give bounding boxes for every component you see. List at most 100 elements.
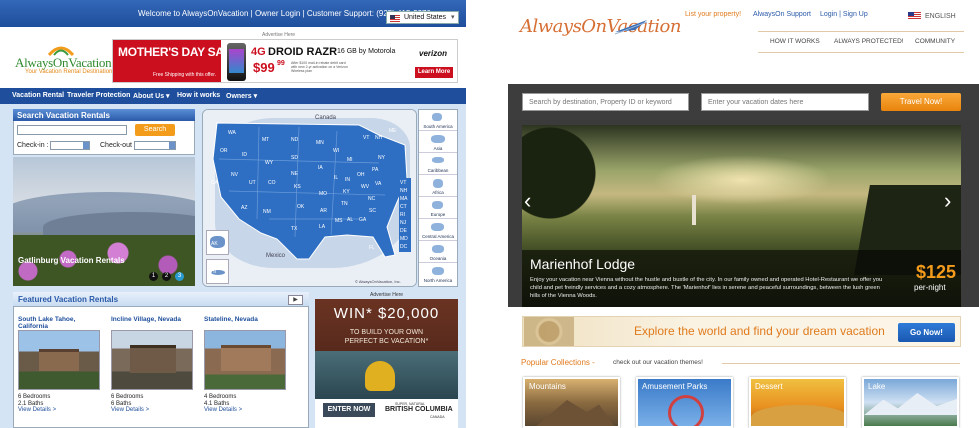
nav-item[interactable]: How it works xyxy=(177,92,220,99)
featured-item-name[interactable]: Stateline, Nevada xyxy=(204,316,274,323)
state-code[interactable]: SC xyxy=(369,208,376,214)
state-code[interactable]: PA xyxy=(372,167,378,173)
state-code[interactable]: OR xyxy=(220,148,228,154)
view-details-link[interactable]: View Details > xyxy=(18,407,56,413)
view-details-link[interactable]: View Details > xyxy=(111,407,149,413)
state-code[interactable]: LA xyxy=(319,224,325,230)
nav-link[interactable]: COMMUNITY xyxy=(915,38,955,45)
state-code[interactable]: MO xyxy=(319,191,327,197)
state-code[interactable]: MN xyxy=(316,140,324,146)
state-code[interactable]: AZ xyxy=(241,205,247,211)
featured-item-photo[interactable] xyxy=(18,330,100,390)
state-code[interactable]: MS xyxy=(335,218,343,224)
state-code[interactable]: NC xyxy=(368,196,375,202)
state-code[interactable]: IN xyxy=(345,177,350,183)
featured-item-photo[interactable] xyxy=(204,330,286,390)
calendar-icon[interactable] xyxy=(169,142,175,149)
enter-now-button[interactable]: ENTER NOW xyxy=(323,403,375,417)
checkout-field[interactable] xyxy=(134,141,176,150)
state-code[interactable]: MI xyxy=(347,157,353,163)
state-code[interactable]: WY xyxy=(265,160,273,166)
state-code[interactable]: NM xyxy=(263,209,271,215)
region-item[interactable]: Caribbean xyxy=(419,154,457,175)
travel-now-button[interactable]: Travel Now! xyxy=(881,93,961,111)
state-code[interactable]: NH xyxy=(400,188,407,194)
login-link[interactable]: Login | Sign Up xyxy=(820,11,868,18)
state-code[interactable]: NH xyxy=(375,135,382,141)
state-code[interactable]: MD xyxy=(400,236,408,242)
state-code[interactable]: SD xyxy=(291,155,298,161)
collection-card[interactable]: Lake xyxy=(862,377,959,428)
country-select[interactable]: United States ▾ xyxy=(386,11,459,24)
hawaii-map[interactable] xyxy=(206,259,229,284)
state-code[interactable]: VA xyxy=(375,181,381,187)
state-code[interactable]: DC xyxy=(400,244,407,250)
state-code[interactable]: ME xyxy=(389,128,397,134)
state-code[interactable]: TN xyxy=(341,201,348,207)
state-code[interactable]: CO xyxy=(268,180,276,186)
region-item[interactable]: Oceania xyxy=(419,242,457,263)
list-property-link[interactable]: List your property! xyxy=(685,11,741,18)
state-code[interactable]: WV xyxy=(361,184,369,190)
featured-item-photo[interactable] xyxy=(111,330,193,390)
search-input[interactable] xyxy=(17,125,127,135)
state-code[interactable]: RI xyxy=(400,212,405,218)
nav-item[interactable]: About Us ▾ xyxy=(133,92,170,100)
state-code[interactable]: FL xyxy=(369,245,375,251)
welcome-link[interactable]: Welcome to AlwaysOnVacation xyxy=(138,9,248,18)
go-now-button[interactable]: Go Now! xyxy=(898,323,955,342)
slide-dot[interactable]: 2 xyxy=(162,272,171,281)
state-code[interactable]: AK xyxy=(211,241,218,247)
view-details-link[interactable]: View Details > xyxy=(204,407,242,413)
nav-item[interactable]: Traveler Protection xyxy=(67,92,130,99)
nav-item[interactable]: Owners ▾ xyxy=(226,92,257,100)
support-link[interactable]: AlwaysOn Support xyxy=(753,11,811,18)
nav-link[interactable]: ALWAYS PROTECTED! xyxy=(834,38,904,45)
state-code[interactable]: IL xyxy=(334,175,338,181)
right-logo[interactable]: AlwaysOnVacation xyxy=(520,16,681,37)
language-selector[interactable]: ENGLISH xyxy=(925,13,956,20)
state-code[interactable]: TX xyxy=(291,226,297,232)
destination-input[interactable]: Search by destination, Property ID or ke… xyxy=(522,93,689,111)
state-code[interactable]: HI xyxy=(211,269,216,275)
play-button[interactable]: ▶ xyxy=(288,295,303,305)
dates-input[interactable]: Enter your vacation dates here xyxy=(701,93,869,111)
nav-item[interactable]: Vacation Rental xyxy=(12,92,64,99)
region-item[interactable]: South America xyxy=(419,110,457,131)
state-code[interactable]: KY xyxy=(343,189,350,195)
region-item[interactable]: Europe xyxy=(419,198,457,219)
state-code[interactable]: WA xyxy=(228,130,236,136)
state-code[interactable]: DE xyxy=(400,228,407,234)
state-code[interactable]: AL xyxy=(347,217,353,223)
search-button[interactable]: Search xyxy=(135,124,175,136)
state-code[interactable]: IA xyxy=(318,165,323,171)
state-code[interactable]: MA xyxy=(400,196,408,202)
state-code[interactable]: NY xyxy=(378,155,385,161)
featured-item-name[interactable]: Incline Village, Nevada xyxy=(111,316,181,323)
state-code[interactable]: CA xyxy=(211,180,218,186)
state-code[interactable]: VT xyxy=(363,135,369,141)
nav-link[interactable]: HOW IT WORKS xyxy=(770,38,820,45)
collection-card[interactable]: Amusement Parks xyxy=(636,377,733,428)
state-code[interactable]: KS xyxy=(294,184,301,190)
state-code[interactable]: OH xyxy=(357,172,365,178)
featured-item-name[interactable]: South Lake Tahoe, California xyxy=(18,316,88,330)
ad-learn-more-button[interactable]: Learn More xyxy=(415,67,453,78)
collection-card[interactable]: Mountains xyxy=(523,377,620,428)
state-code[interactable]: NJ xyxy=(400,220,406,226)
collection-card[interactable]: Dessert xyxy=(749,377,846,428)
checkin-field[interactable] xyxy=(50,141,90,150)
state-code[interactable]: OK xyxy=(297,204,304,210)
state-code[interactable]: VT xyxy=(400,180,406,186)
slide-dot[interactable]: 3 xyxy=(175,272,184,281)
slide-dot[interactable]: 1 xyxy=(149,272,158,281)
region-item[interactable]: North America xyxy=(419,264,457,286)
prev-slide-arrow[interactable]: ‹ xyxy=(524,188,531,214)
state-code[interactable]: WI xyxy=(333,148,339,154)
state-code[interactable]: AR xyxy=(320,208,327,214)
next-slide-arrow[interactable]: › xyxy=(944,188,951,214)
state-code[interactable]: UT xyxy=(249,180,256,186)
region-item[interactable]: Asia xyxy=(419,132,457,153)
side-ad-banner[interactable]: WIN* $20,000 TO BUILD YOUR OWN PERFECT B… xyxy=(315,299,458,428)
state-code[interactable]: GA xyxy=(359,217,366,223)
